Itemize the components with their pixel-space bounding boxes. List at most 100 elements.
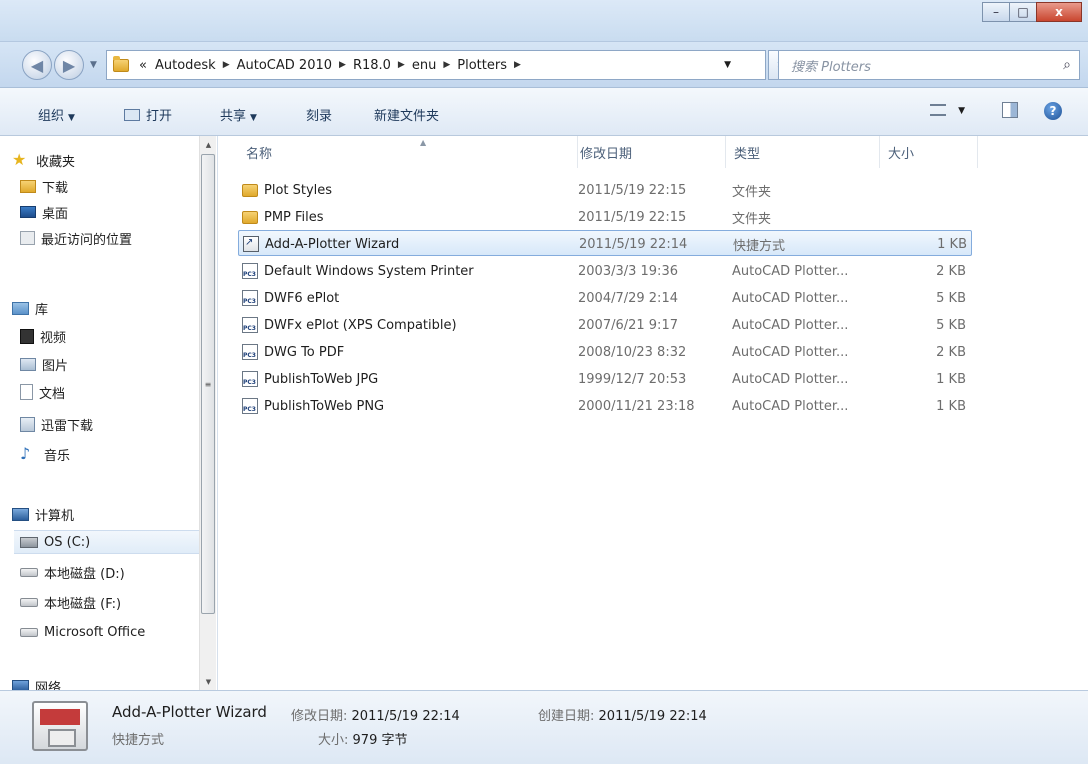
column-header-date[interactable]: 修改日期 xyxy=(572,136,726,168)
sidebar-item-computer[interactable]: 计算机 xyxy=(12,502,74,526)
sidebar-item-favorites[interactable]: ★ 收藏夹 xyxy=(12,148,75,172)
file-row[interactable]: PMP Files 2011/5/19 22:15 文件夹 xyxy=(238,204,972,230)
sidebar-item-microsoft-office[interactable]: Microsoft Office xyxy=(20,620,200,644)
file-name: DWG To PDF xyxy=(264,344,345,360)
sidebar-item-label: Microsoft Office xyxy=(44,624,146,640)
breadcrumb-separator-icon[interactable]: ▶ xyxy=(220,60,233,70)
library-folder-icon xyxy=(20,416,35,432)
share-button[interactable]: 共享 ▼ xyxy=(220,105,257,124)
scroll-up-icon[interactable]: ▲ xyxy=(200,136,217,153)
file-type: 文件夹 xyxy=(732,211,772,227)
folder-icon xyxy=(242,210,258,224)
column-header-size[interactable]: 大小 xyxy=(880,136,978,168)
file-row[interactable]: PublishToWeb PNG 2000/11/21 23:18 AutoCA… xyxy=(238,393,972,419)
sidebar-item-documents[interactable]: 文档 xyxy=(20,380,65,404)
help-button[interactable]: ? xyxy=(1044,102,1062,120)
details-title: Add-A-Plotter Wizard xyxy=(112,703,267,721)
breadcrumb-separator-icon[interactable]: ▶ xyxy=(440,60,453,70)
close-button[interactable]: x xyxy=(1036,2,1082,22)
breadcrumb-plotters[interactable]: Plotters xyxy=(453,58,511,73)
scroll-down-icon[interactable]: ▼ xyxy=(200,673,217,690)
preview-pane-icon xyxy=(1002,102,1018,118)
sidebar-item-recent-places[interactable]: 最近访问的位置 xyxy=(20,226,132,250)
details-modified: 修改日期: 2011/5/19 22:14 xyxy=(291,705,460,724)
breadcrumb-separator-icon[interactable]: ▶ xyxy=(511,60,524,70)
open-button[interactable]: 打开 xyxy=(124,105,172,124)
view-options-button[interactable]: ▼ xyxy=(930,102,965,117)
new-folder-button[interactable]: 新建文件夹 xyxy=(374,105,439,124)
pc3-file-icon xyxy=(242,344,258,360)
chevron-down-icon: ▼ xyxy=(68,113,75,123)
file-row-selected[interactable]: Add-A-Plotter Wizard 2011/5/19 22:14 快捷方… xyxy=(238,230,972,256)
sidebar-item-xunlei-downloads[interactable]: 迅雷下载 xyxy=(20,412,93,436)
details-modified-label: 修改日期: xyxy=(291,709,348,724)
libraries-icon xyxy=(12,301,29,315)
drive-icon xyxy=(20,567,38,577)
sidebar-item-videos[interactable]: 视频 xyxy=(20,324,66,348)
sidebar-item-label: 最近访问的位置 xyxy=(41,232,133,248)
sidebar-item-desktop[interactable]: 桌面 xyxy=(20,200,68,224)
column-header-name[interactable]: 名称 ▲ xyxy=(238,136,578,168)
details-created: 创建日期: 2011/5/19 22:14 xyxy=(538,705,707,724)
search-icon[interactable]: ⌕ xyxy=(1063,57,1071,73)
organize-button[interactable]: 组织 ▼ xyxy=(38,105,75,124)
file-size: 5 KB xyxy=(936,317,966,333)
sidebar-item-network[interactable]: 网络 xyxy=(12,674,61,690)
forward-button[interactable]: ▶ xyxy=(54,50,84,80)
open-icon xyxy=(124,109,140,121)
file-size xyxy=(888,177,970,203)
breadcrumb-overflow[interactable]: « xyxy=(135,58,151,73)
file-row[interactable]: DWFx ePlot (XPS Compatible) 2007/6/21 9:… xyxy=(238,312,972,338)
folder-icon xyxy=(113,55,129,72)
sidebar-item-label: 本地磁盘 (D:) xyxy=(44,566,125,582)
scrollbar-thumb[interactable]: ≡ xyxy=(201,154,215,614)
maximize-button[interactable]: □ xyxy=(1009,2,1037,22)
address-bar[interactable]: « Autodesk ▶ AutoCAD 2010 ▶ R18.0 ▶ enu … xyxy=(106,50,766,80)
file-row[interactable]: PublishToWeb JPG 1999/12/7 20:53 AutoCAD… xyxy=(238,366,972,392)
sidebar-item-label: 视频 xyxy=(40,330,67,346)
file-list: 名称 ▲ 修改日期 类型 大小 Plot Styles 2011/5/19 22… xyxy=(218,136,1088,690)
sidebar-item-libraries[interactable]: 库 xyxy=(12,296,48,320)
breadcrumb-enu[interactable]: enu xyxy=(408,58,440,73)
burn-button[interactable]: 刻录 xyxy=(306,105,332,124)
sidebar-item-downloads[interactable]: 下载 xyxy=(20,174,68,198)
file-row[interactable]: Default Windows System Printer 2003/3/3 … xyxy=(238,258,972,284)
search-input[interactable]: 搜索 Plotters ⌕ xyxy=(778,50,1080,80)
breadcrumb-separator-icon[interactable]: ▶ xyxy=(395,60,408,70)
column-header-label: 类型 xyxy=(734,146,761,162)
details-size: 大小: 979 字节 xyxy=(318,729,407,748)
sidebar-item-label: 下载 xyxy=(42,180,69,196)
sidebar-item-pictures[interactable]: 图片 xyxy=(20,352,68,376)
file-row[interactable]: DWG To PDF 2008/10/23 8:32 AutoCAD Plott… xyxy=(238,339,972,365)
file-type: AutoCAD Plotter... xyxy=(732,290,849,306)
sidebar-item-local-disk-d[interactable]: 本地磁盘 (D:) xyxy=(20,560,125,584)
file-row[interactable]: DWF6 ePlot 2004/7/29 2:14 AutoCAD Plotte… xyxy=(238,285,972,311)
file-name: PublishToWeb PNG xyxy=(264,398,385,414)
breadcrumb-autocad[interactable]: AutoCAD 2010 xyxy=(233,58,336,73)
navigation-scrollbar[interactable]: ▲ ≡ ▼ xyxy=(199,136,216,690)
details-size-value: 979 字节 xyxy=(352,733,408,748)
pc3-file-icon xyxy=(242,263,258,279)
file-type: AutoCAD Plotter... xyxy=(732,263,849,279)
breadcrumb-r18[interactable]: R18.0 xyxy=(349,58,395,73)
sidebar-item-local-disk-f[interactable]: 本地磁盘 (F:) xyxy=(20,590,121,614)
breadcrumb-separator-icon[interactable]: ▶ xyxy=(336,60,349,70)
file-size: 1 KB xyxy=(936,398,966,414)
downloads-folder-icon xyxy=(20,179,36,193)
breadcrumb-autodesk[interactable]: Autodesk xyxy=(151,58,220,73)
file-type: AutoCAD Plotter... xyxy=(732,317,849,333)
recent-pages-dropdown[interactable]: ▼ xyxy=(90,60,97,70)
sidebar-item-os-c[interactable]: OS (C:) xyxy=(14,530,214,554)
navigation-pane: ★ 收藏夹 下载 桌面 最近访问的位置 库 视频 图片 文档 迅雷下载 ♪ 音乐 计… xyxy=(0,136,218,690)
address-dropdown-icon[interactable]: ▼ xyxy=(724,60,731,70)
sidebar-item-label: 库 xyxy=(35,302,49,318)
sort-ascending-icon: ▲ xyxy=(420,138,427,147)
preview-pane-button[interactable] xyxy=(1002,102,1018,122)
file-row[interactable]: Plot Styles 2011/5/19 22:15 文件夹 xyxy=(238,177,972,203)
column-header-type[interactable]: 类型 xyxy=(726,136,880,168)
back-button[interactable]: ◀ xyxy=(22,50,52,80)
sidebar-item-music[interactable]: ♪ 音乐 xyxy=(20,442,70,466)
help-icon: ? xyxy=(1044,102,1062,120)
minimize-button[interactable]: – xyxy=(982,2,1010,22)
window-controls: – □ x xyxy=(982,2,1082,22)
